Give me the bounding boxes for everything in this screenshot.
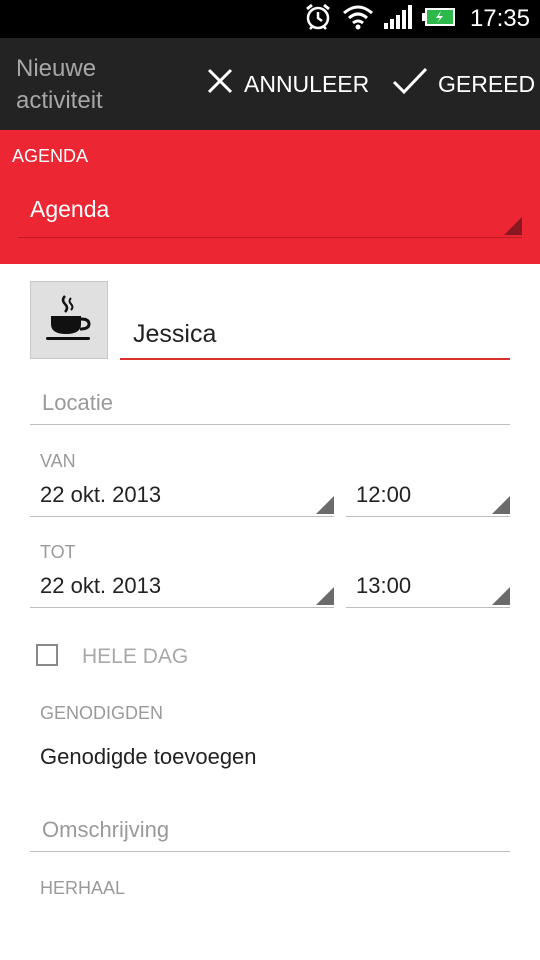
from-date-select[interactable]: 22 okt. 2013 — [30, 470, 334, 517]
calendar-select[interactable]: Agenda — [18, 182, 522, 238]
to-label: TOT — [40, 542, 76, 562]
page-title: Nieuwe activiteit — [16, 55, 103, 114]
allday-checkbox[interactable] — [36, 644, 58, 666]
check-icon — [392, 67, 428, 101]
action-bar: Nieuwe activiteit ANNULEER GEREED — [0, 38, 540, 130]
battery-icon — [421, 7, 456, 32]
event-title-field[interactable] — [120, 310, 523, 360]
alarm-icon — [304, 2, 332, 37]
dropdown-triangle-icon — [504, 217, 522, 235]
event-title-input[interactable] — [133, 320, 523, 349]
repeat-label: HERHAAL — [40, 878, 126, 898]
to-time-select[interactable]: 13:00 — [346, 561, 510, 608]
dropdown-triangle-icon — [316, 496, 334, 514]
dropdown-triangle-icon — [316, 587, 334, 605]
guests-label: GENODIGDEN — [40, 703, 164, 723]
status-time: 17:35 — [469, 5, 530, 32]
status-icons: 17:35 — [304, 0, 530, 38]
dropdown-triangle-icon — [492, 587, 510, 605]
from-time-select[interactable]: 12:00 — [346, 470, 510, 517]
to-date-select[interactable]: 22 okt. 2013 — [30, 561, 334, 608]
event-icon-button[interactable] — [30, 281, 108, 359]
close-icon — [206, 67, 234, 101]
description-field[interactable] — [30, 817, 522, 852]
from-label: VAN — [40, 451, 76, 471]
dropdown-triangle-icon — [492, 496, 510, 514]
calendar-label: AGENDA — [12, 146, 89, 166]
add-guest-button[interactable]: Genodigde toevoegen — [40, 744, 257, 770]
coffee-cup-icon — [43, 292, 95, 349]
done-button[interactable]: GEREED — [392, 38, 535, 130]
to-time-value: 13:00 — [356, 573, 412, 598]
calendar-value: Agenda — [30, 196, 110, 222]
to-date-value: 22 okt. 2013 — [40, 573, 162, 598]
from-time-value: 12:00 — [356, 482, 412, 507]
location-field[interactable] — [30, 390, 522, 425]
status-bar: 17:35 — [0, 0, 540, 38]
cancel-button[interactable]: ANNULEER — [206, 38, 369, 130]
signal-icon — [383, 4, 412, 34]
wifi-icon — [342, 4, 374, 35]
location-input[interactable] — [42, 390, 522, 416]
calendar-section: AGENDA Agenda — [0, 130, 540, 264]
description-input[interactable] — [42, 817, 522, 843]
done-label: GEREED — [438, 70, 536, 97]
cancel-label: ANNULEER — [244, 70, 370, 97]
from-date-value: 22 okt. 2013 — [40, 482, 162, 507]
allday-label: HELE DAG — [82, 645, 189, 668]
